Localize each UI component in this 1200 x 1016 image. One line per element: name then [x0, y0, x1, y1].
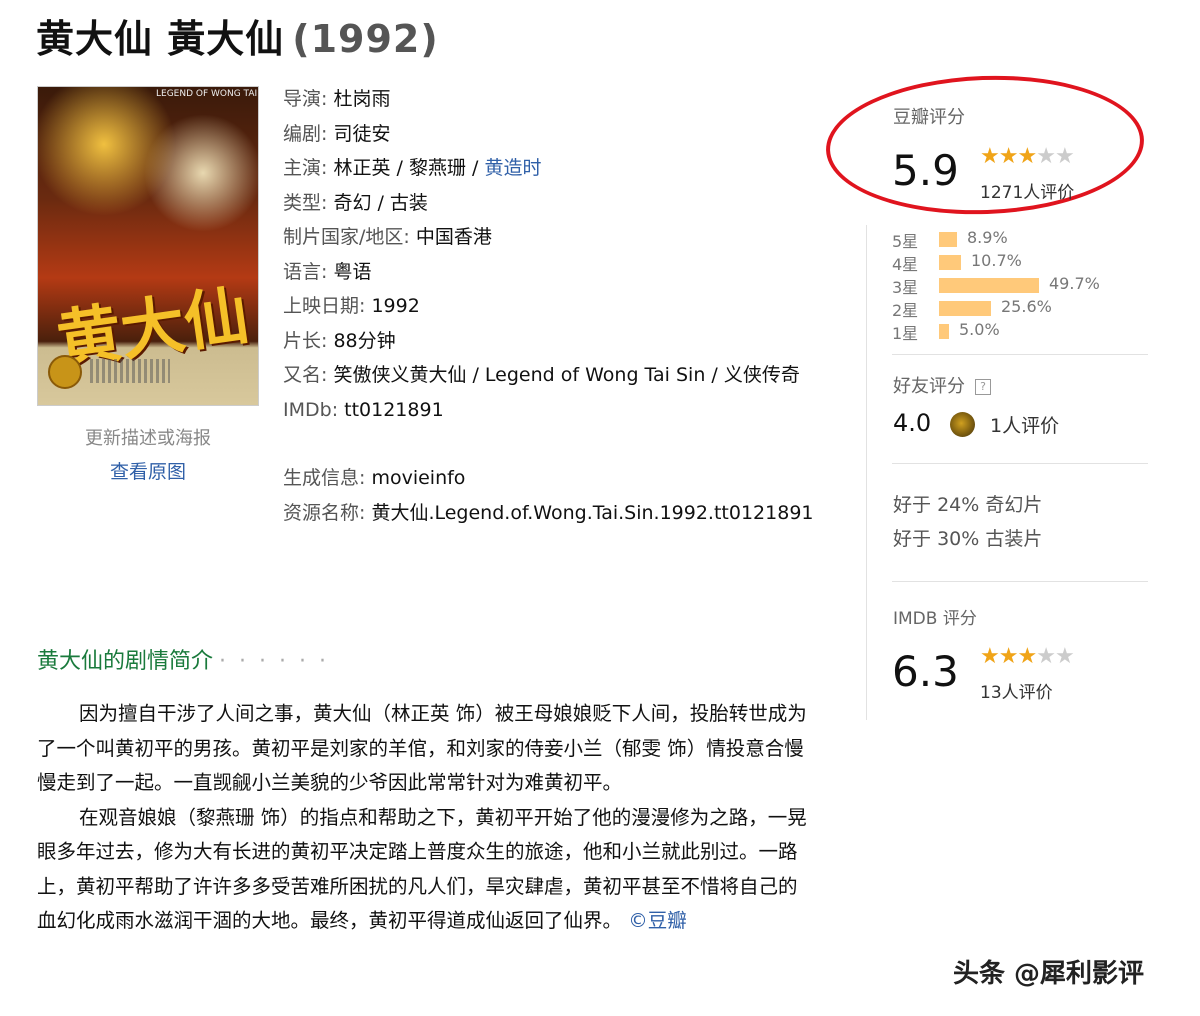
movie-title: 黄大仙 黃大仙	[36, 17, 285, 61]
info-generated: 生成信息: movieinfo	[283, 467, 466, 489]
studio-logo-icon	[48, 355, 82, 389]
star-empty-icon: ★	[1054, 144, 1075, 169]
synopsis-header: 黄大仙的剧情简介 · · · · · ·	[37, 649, 329, 674]
star-icon: ★	[980, 144, 1000, 169]
director-link[interactable]: 杜岗雨	[333, 88, 390, 110]
movie-info: 导演: 杜岗雨 编剧: 司徒安 主演: 林正英 / 黎燕珊 / 黄造时 类型: …	[283, 82, 823, 530]
imdb-id-link[interactable]: tt0121891	[344, 399, 444, 421]
imdb-stars: ★★★★★	[980, 644, 1075, 669]
synopsis-body: 因为擅自干涉了人间之事，黄大仙（林正英 饰）被王母娘娘贬下人间，投胎转世成为了一…	[37, 697, 815, 939]
poster-studio-label	[90, 359, 170, 383]
info-director: 导演: 杜岗雨	[283, 88, 391, 110]
runtime-value: 88分钟	[333, 329, 396, 352]
info-gap	[283, 427, 823, 461]
avatar[interactable]	[950, 412, 975, 437]
view-original-link[interactable]: 查看原图	[37, 457, 259, 484]
dist-bar	[939, 301, 991, 316]
better-than-item: 好于 24% 奇幻片	[893, 494, 1043, 516]
dist-row-4: 4星 10.7%	[892, 251, 1022, 274]
help-icon[interactable]: ?	[975, 379, 991, 395]
divider	[892, 463, 1148, 464]
info-region: 制片国家/地区: 中国香港	[283, 226, 492, 248]
poster-artwork	[38, 87, 258, 278]
update-poster-link[interactable]: 更新描述或海报	[37, 424, 259, 450]
genre-link[interactable]: 古装片	[985, 528, 1042, 550]
synopsis-paragraph: 在观音娘娘（黎燕珊 饰）的指点和帮助之下，黄初平开始了他的漫漫修为之路，一晃眼多…	[37, 805, 807, 933]
dist-bar	[939, 278, 1039, 293]
dist-pct: 25.6%	[1001, 297, 1052, 316]
dist-bar	[939, 255, 961, 270]
star-empty-icon: ★	[1036, 144, 1056, 169]
region-value: 中国香港	[415, 226, 492, 248]
douban-stars: ★★★★★	[980, 144, 1075, 169]
friends-rating-header: 好友评分?	[893, 372, 991, 398]
movie-poster[interactable]: LEGEND OF WONG TAI SIN 黄大仙	[37, 86, 259, 406]
imdb-score: 6.3	[892, 647, 959, 696]
cast-link[interactable]: 黎燕珊	[409, 157, 466, 179]
release-value: 1992	[371, 295, 420, 317]
dist-pct: 5.0%	[959, 320, 1000, 339]
better-than-item: 好于 30% 古装片	[893, 528, 1043, 550]
movie-year: (1992)	[292, 17, 439, 61]
info-imdb: IMDb: tt0121891	[283, 398, 444, 421]
star-empty-icon: ★	[1036, 644, 1056, 669]
star-icon: ★	[998, 644, 1019, 669]
info-cast: 主演: 林正英 / 黎燕珊 / 黄造时	[283, 157, 542, 179]
resource-value: 黄大仙.Legend.of.Wong.Tai.Sin.1992.tt012189…	[371, 501, 814, 524]
dist-bar	[939, 324, 949, 339]
dist-pct: 49.7%	[1049, 274, 1100, 293]
aka-value: 笑傲侠义黄大仙 / Legend of Wong Tai Sin / 义侠传奇	[333, 364, 800, 386]
dist-bar	[939, 232, 957, 247]
dist-row-3: 3星 49.7%	[892, 274, 1100, 297]
imdb-rating-header: IMDB 评分	[893, 609, 977, 629]
language-value: 粤语	[333, 260, 372, 283]
friends-rating-count[interactable]: 1人评价	[990, 411, 1059, 438]
info-genre: 类型: 奇幻 / 古装	[283, 191, 428, 214]
divider	[892, 581, 1148, 582]
watermark: 头条 @犀利影评	[953, 959, 1145, 989]
dist-pct: 10.7%	[971, 251, 1022, 270]
dist-row-5: 5星 8.9%	[892, 228, 1008, 251]
star-empty-icon: ★	[1054, 644, 1075, 669]
star-icon: ★	[1017, 144, 1037, 169]
synopsis-paragraph: 因为擅自干涉了人间之事，黄大仙（林正英 饰）被王母娘娘贬下人间，投胎转世成为了一…	[37, 702, 807, 794]
genre-link[interactable]: 奇幻片	[985, 494, 1042, 516]
page-title: 黄大仙 黃大仙 (1992)	[36, 8, 439, 63]
douban-rating-header: 豆瓣评分	[893, 107, 965, 128]
douban-score: 5.9	[892, 146, 959, 195]
star-icon: ★	[980, 644, 1000, 669]
cast-link[interactable]: 黄造时	[484, 157, 541, 179]
douban-rating-count[interactable]: 1271人评价	[980, 178, 1074, 203]
dist-row-2: 2星 25.6%	[892, 297, 1052, 320]
friends-score: 4.0	[893, 409, 932, 437]
info-resource: 资源名称: 黄大仙.Legend.of.Wong.Tai.Sin.1992.tt…	[283, 501, 814, 524]
column-divider	[866, 225, 867, 720]
douban-credit: ©豆瓣	[628, 909, 687, 932]
dist-pct: 8.9%	[967, 228, 1008, 247]
info-language: 语言: 粤语	[283, 260, 372, 283]
dist-row-1: 1星 5.0%	[892, 320, 1000, 343]
info-runtime: 片长: 88分钟	[283, 329, 396, 352]
writer-link[interactable]: 司徒安	[333, 123, 390, 145]
star-icon: ★	[1017, 644, 1037, 669]
genre-value: 奇幻 / 古装	[333, 191, 428, 214]
info-writer: 编剧: 司徒安	[283, 122, 391, 145]
imdb-rating-count[interactable]: 13人评价	[980, 678, 1053, 703]
info-aka: 又名: 笑傲侠义黄大仙 / Legend of Wong Tai Sin / 义…	[283, 364, 800, 386]
rating-distribution: 5星 8.9% 4星 10.7% 3星 49.7% 2星 25.6% 1星 5.0%	[892, 228, 1152, 343]
info-release: 上映日期: 1992	[283, 295, 420, 317]
star-icon: ★	[998, 144, 1019, 169]
poster-english-title: LEGEND OF WONG TAI SIN	[156, 89, 258, 99]
generated-value: movieinfo	[371, 467, 466, 489]
cast-link[interactable]: 林正英	[333, 157, 390, 179]
divider	[892, 354, 1148, 355]
